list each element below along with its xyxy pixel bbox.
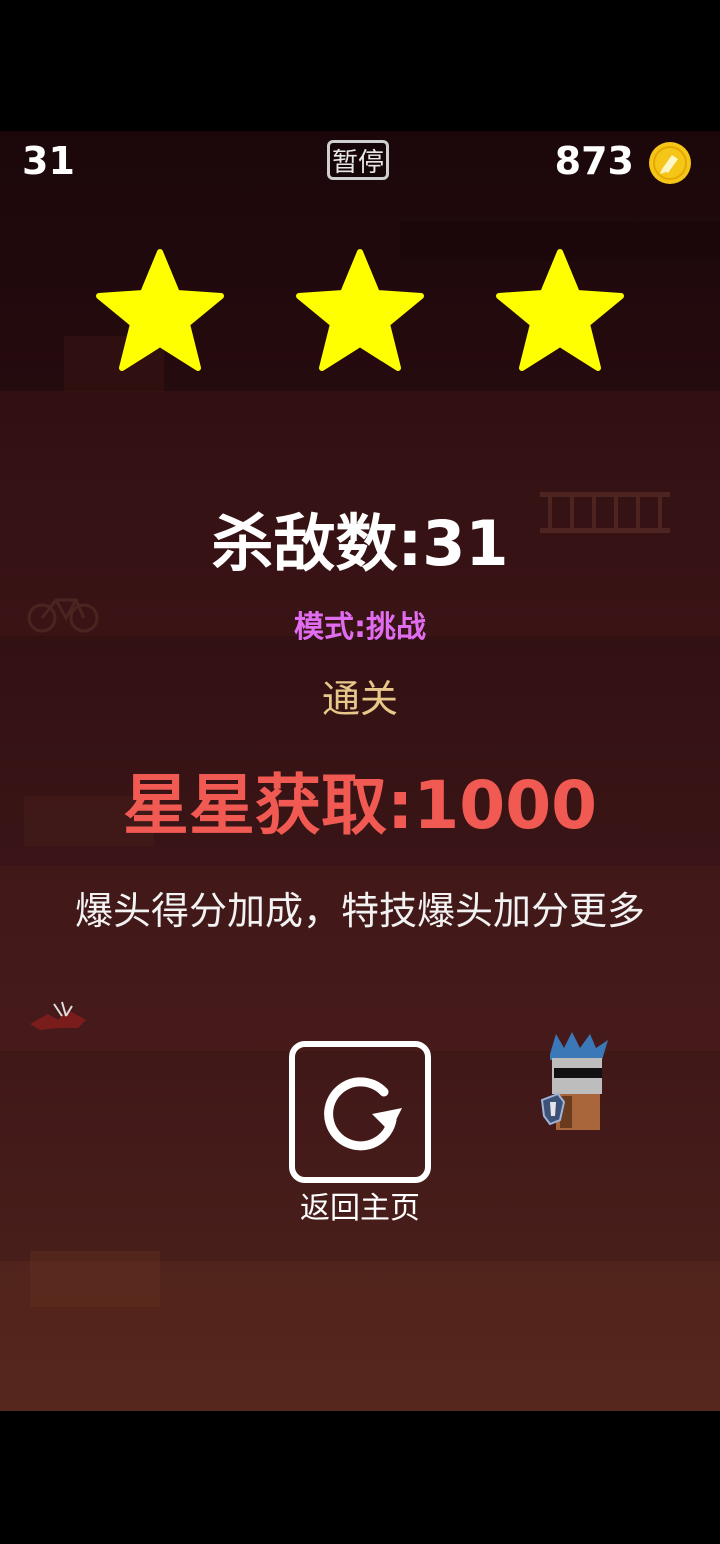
coin-counter: 873 (554, 139, 634, 183)
navigation-bar-area (0, 1411, 720, 1544)
star-icon (96, 249, 224, 371)
player-character-icon (540, 1032, 608, 1130)
star-icon (496, 249, 624, 371)
mode-label: 模式:挑战 (294, 610, 426, 645)
gameplay-tip: 爆头得分加成，特技爆头加分更多 (74, 889, 645, 933)
star-rating (0, 248, 720, 378)
star-icon (296, 249, 424, 371)
star-reward: 星星获取:1000 (122, 767, 598, 844)
coin-icon (649, 142, 691, 184)
bat-enemy-icon (30, 1001, 86, 1030)
home-button-label[interactable]: 返回主页 (260, 1183, 460, 1227)
home-button[interactable] (289, 1041, 431, 1183)
level-status: 通关 (321, 677, 398, 721)
status-bar-area (0, 0, 720, 131)
pause-button[interactable]: 暂停 (327, 140, 389, 180)
kills-result: 杀敌数:31 (211, 507, 509, 580)
restart-arrow-icon (324, 1077, 402, 1151)
kill-counter: 31 (22, 139, 75, 183)
